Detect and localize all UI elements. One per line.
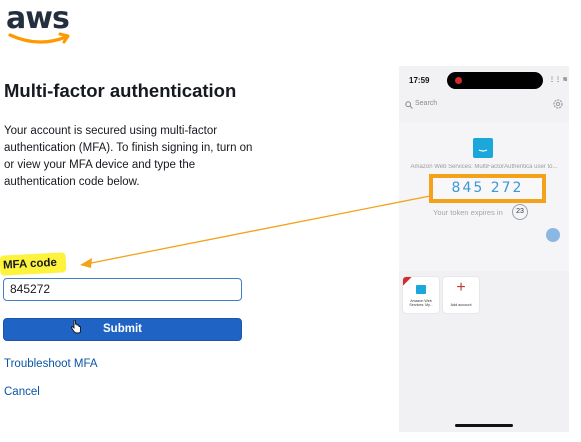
account-tile-aws[interactable]: Amazon Web Services: My... [403, 277, 439, 313]
authenticator-app-accounts: Amazon Web Services: My... + Add account [399, 271, 569, 432]
add-account-tile[interactable]: + Add account [443, 277, 479, 313]
cancel-link[interactable]: Cancel [4, 386, 40, 398]
app-search-bar[interactable]: Search [405, 100, 550, 112]
home-indicator [455, 424, 513, 427]
account-tile-label: Amazon Web Services: My... [409, 299, 433, 308]
submit-button[interactable]: Submit [3, 318, 242, 341]
status-time: 17:59 [409, 76, 430, 85]
gear-icon[interactable] [552, 98, 564, 110]
ribbon-icon [403, 277, 416, 287]
status-icons: ⋮⋮ ≋ ▭ [549, 77, 569, 83]
token-expiry-text: Your token expires in [433, 208, 503, 217]
account-name: Amazon Web Services: MultiFactorAuthenti… [410, 164, 558, 170]
page-description: Your account is secured using multi-fact… [4, 125, 253, 188]
hand-cursor-icon [70, 320, 81, 334]
search-icon [405, 101, 413, 109]
troubleshoot-mfa-link[interactable]: Troubleshoot MFA [4, 358, 98, 370]
search-placeholder: Search [415, 100, 438, 107]
aws-smile-icon [8, 32, 70, 44]
aws-logo-text: aws [6, 1, 70, 36]
page-title: Multi-factor authentication [4, 80, 237, 101]
mfa-code-input[interactable]: 845272 [3, 278, 242, 301]
aws-icon [416, 285, 426, 294]
add-account-label: Add account [450, 303, 472, 307]
token-countdown: 23 [512, 204, 528, 220]
mfa-code-label: MFA code [0, 252, 67, 276]
aws-logo: aws [6, 2, 76, 50]
aws-account-icon [473, 138, 493, 158]
plus-icon: + [456, 279, 466, 296]
recording-dot-icon [455, 77, 462, 84]
authenticator-app-screenshot: 17:59 ⋮⋮ ≋ ▭ Search Amazon Web Services:… [399, 66, 569, 271]
refresh-icon[interactable] [546, 228, 560, 242]
token-code-highlighted: 845 272 [429, 174, 546, 203]
